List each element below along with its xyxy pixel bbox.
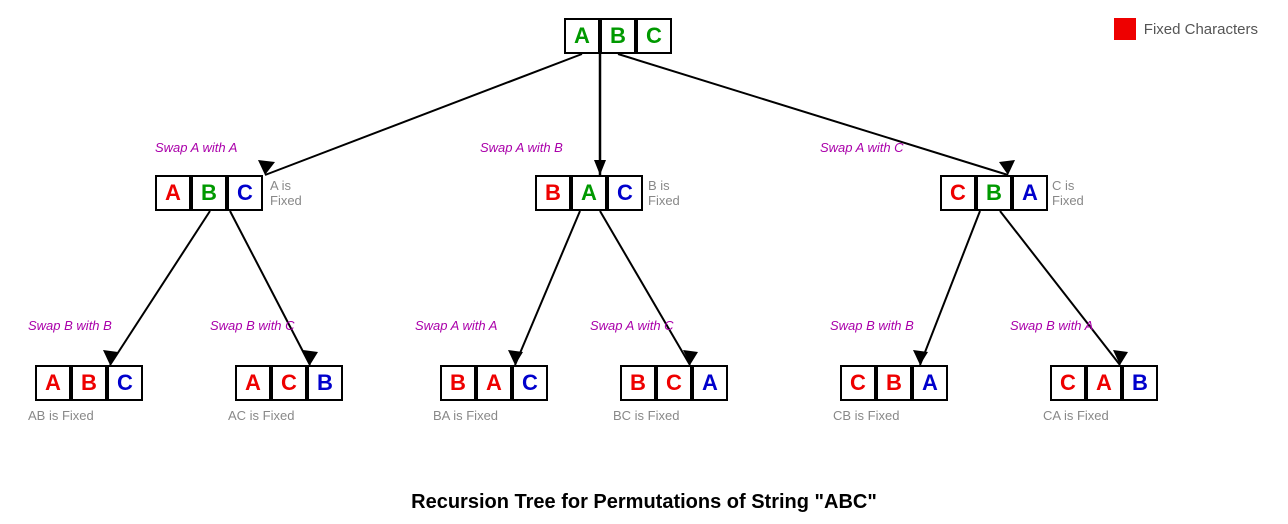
l1-center-cell-1: A <box>571 175 607 211</box>
l1-center-cell-0: B <box>535 175 571 211</box>
l1-right-node: C B A <box>940 175 1048 211</box>
l2-cl-cell-1: A <box>476 365 512 401</box>
l2-rr-label: CA is Fixed <box>1043 408 1109 423</box>
l1-right-cell-1: B <box>976 175 1012 211</box>
l2-lr-node: A C B <box>235 365 343 401</box>
l1-right-cell-2: A <box>1012 175 1048 211</box>
canvas: Fixed Characters <box>0 0 1288 524</box>
l2-rl-cell-0: C <box>840 365 876 401</box>
l1-center-cell-2: C <box>607 175 643 211</box>
l1-center-fixed: B isFixed <box>648 178 680 208</box>
l2-ll-cell-0: A <box>35 365 71 401</box>
l2-cr-swap: Swap A with C <box>590 318 674 333</box>
arrows-svg <box>0 0 1288 524</box>
l1-left-cell-1: B <box>191 175 227 211</box>
l2-rr-cell-0: C <box>1050 365 1086 401</box>
l2-cl-cell-2: C <box>512 365 548 401</box>
l1-right-fixed: C isFixed <box>1052 178 1084 208</box>
legend-icon <box>1114 18 1136 40</box>
l2-rl-cell-2: A <box>912 365 948 401</box>
l2-cr-cell-1: C <box>656 365 692 401</box>
l1-left-swap: Swap A with A <box>155 140 237 155</box>
l2-lr-cell-2: B <box>307 365 343 401</box>
l1-left-cell-2: C <box>227 175 263 211</box>
l2-rr-node: C A B <box>1050 365 1158 401</box>
l2-ll-cell-2: C <box>107 365 143 401</box>
root-cell-c: C <box>636 18 672 54</box>
l2-cr-label: BC is Fixed <box>613 408 679 423</box>
l2-cr-cell-0: B <box>620 365 656 401</box>
l2-ll-cell-1: B <box>71 365 107 401</box>
l2-rr-cell-1: A <box>1086 365 1122 401</box>
l2-ll-label: AB is Fixed <box>28 408 94 423</box>
l2-rl-cell-1: B <box>876 365 912 401</box>
l1-right-swap: Swap A with C <box>820 140 904 155</box>
l2-rr-cell-2: B <box>1122 365 1158 401</box>
l2-lr-cell-0: A <box>235 365 271 401</box>
l2-lr-cell-1: C <box>271 365 307 401</box>
l2-cr-node: B C A <box>620 365 728 401</box>
l2-rr-swap: Swap B with A <box>1010 318 1093 333</box>
l2-lr-label: AC is Fixed <box>228 408 294 423</box>
l2-cl-label: BA is Fixed <box>433 408 498 423</box>
l2-lr-swap: Swap B with C <box>210 318 295 333</box>
page-title: Recursion Tree for Permutations of Strin… <box>411 491 877 514</box>
l2-cl-swap: Swap A with A <box>415 318 497 333</box>
l2-cl-node: B A C <box>440 365 548 401</box>
legend-label: Fixed Characters <box>1144 21 1258 38</box>
l2-ll-node: A B C <box>35 365 143 401</box>
l1-left-node: A B C <box>155 175 263 211</box>
l1-center-swap: Swap A with B <box>480 140 563 155</box>
l1-center-node: B A C <box>535 175 643 211</box>
l2-cl-cell-0: B <box>440 365 476 401</box>
l1-left-cell-0: A <box>155 175 191 211</box>
l2-cr-cell-2: A <box>692 365 728 401</box>
l2-rl-label: CB is Fixed <box>833 408 899 423</box>
root-cell-b: B <box>600 18 636 54</box>
l2-rl-node: C B A <box>840 365 948 401</box>
root-node: A B C <box>564 18 672 54</box>
l1-left-fixed: A isFixed <box>270 178 302 208</box>
l1-right-cell-0: C <box>940 175 976 211</box>
l2-ll-swap: Swap B with B <box>28 318 112 333</box>
root-cell-a: A <box>564 18 600 54</box>
l2-rl-swap: Swap B with B <box>830 318 914 333</box>
legend: Fixed Characters <box>1114 18 1258 40</box>
